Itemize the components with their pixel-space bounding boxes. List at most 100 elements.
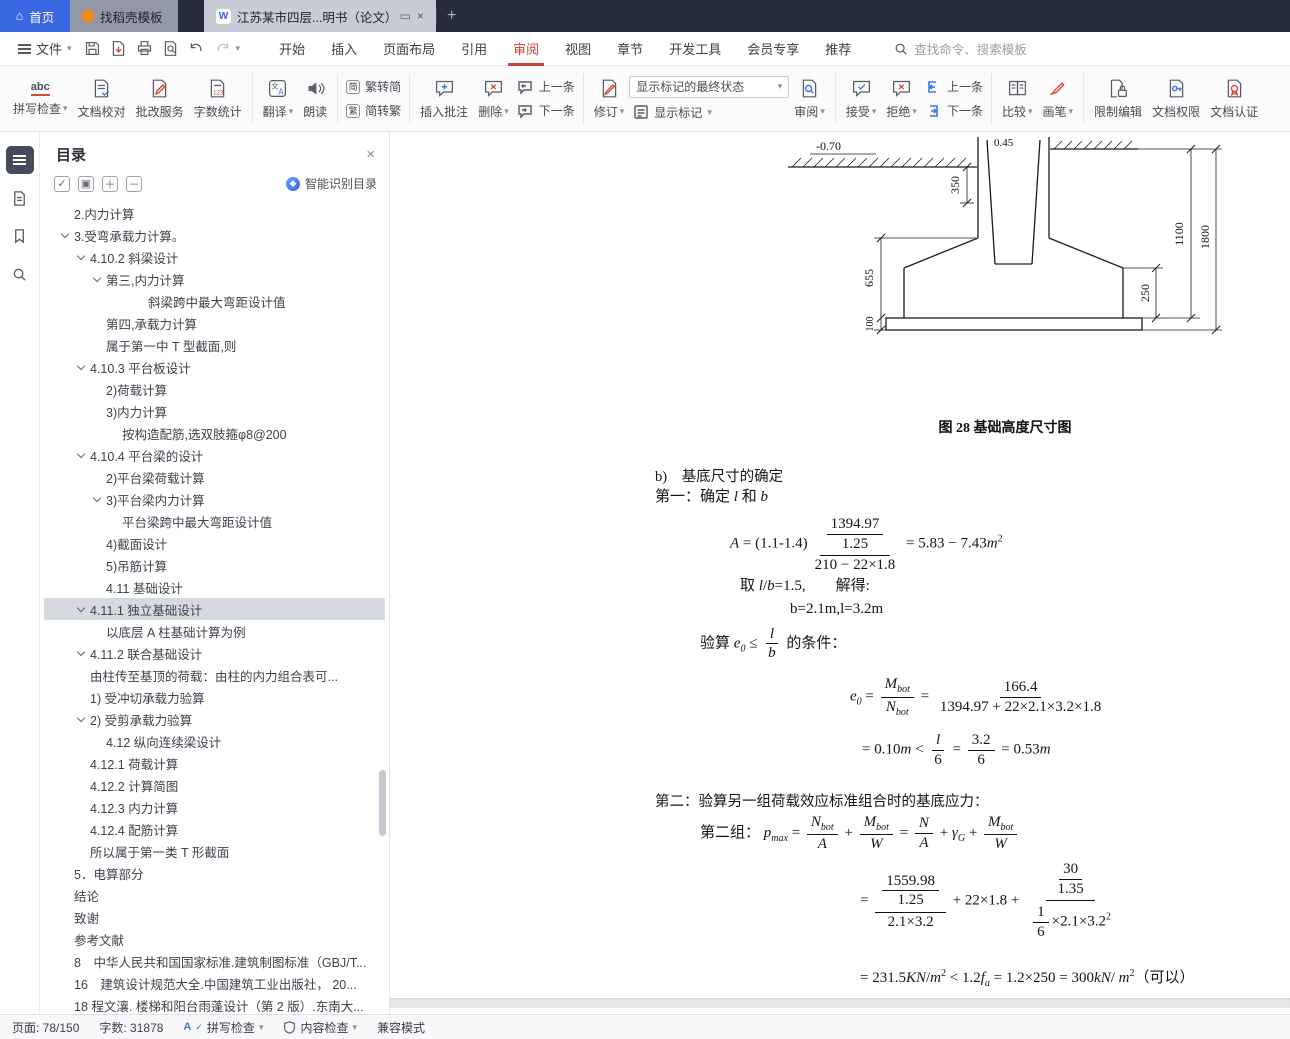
toc-item[interactable]: 4.12.1 荷载计算	[44, 752, 385, 774]
toc-item[interactable]: 2)平台梁荷载计算	[44, 466, 385, 488]
chevron-down-icon[interactable]	[76, 252, 86, 262]
new-tab-button[interactable]: +	[437, 0, 466, 32]
menu-tab[interactable]: 引用	[448, 32, 500, 66]
toc-item[interactable]: 按构造配筋,选双肢箍φ8@200	[44, 422, 385, 444]
toc-item[interactable]: 4.12.2 计算简图	[44, 774, 385, 796]
find-panel-toggle[interactable]	[6, 260, 34, 288]
chevron-down-icon[interactable]	[92, 494, 102, 504]
ink-button[interactable]: 画笔 ▾	[1038, 74, 1079, 123]
toc-item[interactable]: 由柱传至基顶的荷载：由柱的内力组合表可...	[44, 664, 385, 686]
menu-tab[interactable]: 审阅	[500, 32, 552, 66]
compare-button[interactable]: 比较 ▾	[997, 74, 1038, 123]
toc-item[interactable]: 4.11.2 联合基础设计	[44, 642, 385, 664]
chevron-down-icon[interactable]	[76, 648, 86, 658]
toc-item[interactable]: 4)截面设计	[44, 532, 385, 554]
print-button[interactable]	[132, 37, 158, 61]
toc-item[interactable]: 3.受弯承载力计算。	[44, 224, 385, 246]
compat-mode-indicator[interactable]: 兼容模式	[377, 1019, 425, 1036]
toc-item[interactable]: 致谢	[44, 906, 385, 928]
markup-state-select[interactable]: 显示标记的最终状态 ▾	[629, 75, 790, 98]
toc-item[interactable]: 4.12 纵向连续梁设计	[44, 730, 385, 752]
toc-item[interactable]: 3)平台梁内力计算	[44, 488, 385, 510]
toc-select-all-button[interactable]: ✓	[54, 175, 70, 192]
toc-item[interactable]: 2.内力计算	[44, 202, 385, 224]
track-changes-button[interactable]: 修订 ▾	[589, 74, 630, 123]
file-menu[interactable]: 文件 ▾	[10, 39, 80, 58]
toc-item[interactable]: 4.11.1 独立基础设计	[44, 598, 385, 620]
spell-check-button[interactable]: abc 拼写检查 ▾	[8, 78, 73, 120]
show-markup-button[interactable]: 显示标记 ▾	[629, 103, 789, 122]
toc-collapse-button[interactable]: －	[126, 175, 142, 192]
chevron-down-icon[interactable]	[76, 450, 86, 460]
close-toc-icon[interactable]: ×	[366, 146, 375, 163]
menu-tab[interactable]: 开始	[266, 32, 318, 66]
toc-item[interactable]: 2)荷载计算	[44, 378, 385, 400]
toc-item[interactable]: 斜梁跨中最大弯距设计值	[44, 290, 385, 312]
toc-scrollbar[interactable]	[379, 770, 386, 836]
menu-tab[interactable]: 页面布局	[370, 32, 448, 66]
toc-item[interactable]: 4.12.3 内力计算	[44, 796, 385, 818]
toc-expand-button[interactable]: ＋	[102, 175, 118, 192]
menu-tab[interactable]: 推荐	[812, 32, 864, 66]
page-indicator[interactable]: 页面: 78/150	[12, 1019, 79, 1036]
simp-to-trad-button[interactable]: 繁 简转繁	[343, 101, 404, 120]
smart-recognize-button[interactable]: ◆ 智能识别目录	[285, 175, 377, 192]
toc-item[interactable]: 以底层 A 柱基础计算为例	[44, 620, 385, 642]
toc-item[interactable]: 5．电算部分	[44, 862, 385, 884]
toc-item[interactable]: 4.12.4 配筋计算	[44, 818, 385, 840]
menu-tab[interactable]: 章节	[604, 32, 656, 66]
doc-auth-button[interactable]: 文档认证	[1205, 74, 1263, 123]
delete-comment-button[interactable]: 删除 ▾	[473, 74, 514, 123]
toc-item[interactable]: 第三,内力计算	[44, 268, 385, 290]
command-search[interactable]: 查找命令、搜索模板	[894, 39, 1027, 58]
toc-panel-toggle[interactable]	[5, 146, 34, 174]
toc-item[interactable]: 第四,承载力计算	[44, 312, 385, 334]
spell-check-status[interactable]: A ✓ 拼写检查 ▾	[183, 1019, 263, 1036]
toc-item[interactable]: 参考文献	[44, 928, 385, 950]
read-aloud-button[interactable]: 朗读	[298, 74, 332, 123]
toc-item[interactable]: 2) 受剪承载力验算	[44, 708, 385, 730]
content-check-status[interactable]: 内容检查 ▾	[283, 1019, 357, 1036]
correction-service-button[interactable]: 批改服务	[131, 74, 189, 123]
toc-item[interactable]: 18 程文瀼. 楼梯和阳台雨蓬设计（第 2 版）.东南大...	[44, 994, 385, 1014]
next-comment-button[interactable]: 下一条	[514, 101, 578, 120]
bookmark-panel-toggle[interactable]	[6, 222, 34, 250]
toc-item[interactable]: 4.10.4 平台梁的设计	[44, 444, 385, 466]
quick-access-caret[interactable]: ▾	[236, 43, 241, 54]
chevron-down-icon[interactable]	[92, 274, 102, 284]
export-pdf-button[interactable]	[106, 37, 132, 61]
prev-comment-button[interactable]: 上一条	[514, 77, 578, 96]
toc-item[interactable]: 16 建筑设计规范大全.中国建筑工业出版社， 20...	[44, 972, 385, 994]
restrict-edit-button[interactable]: 限制编辑	[1089, 74, 1147, 123]
document-tab[interactable]: W 江苏某市四层...明书（论文） ▭ ×	[204, 0, 436, 32]
word-count-indicator[interactable]: 字数: 31878	[99, 1019, 163, 1036]
review-button[interactable]: 审阅 ▾	[789, 74, 830, 123]
toc-item[interactable]: 4.11 基础设计	[44, 576, 385, 598]
reject-button[interactable]: 拒绝 ▾	[881, 74, 922, 123]
insert-comment-button[interactable]: 插入批注	[415, 74, 473, 123]
chevron-down-icon[interactable]	[76, 604, 86, 614]
redo-button[interactable]	[210, 37, 236, 61]
toc-level-button[interactable]: ▣	[78, 175, 94, 192]
toc-item[interactable]: 结论	[44, 884, 385, 906]
menu-tab[interactable]: 会员专享	[734, 32, 812, 66]
doc-proof-button[interactable]: 文档校对	[73, 74, 131, 123]
trad-to-simp-button[interactable]: 简 繁转简	[343, 77, 404, 96]
toc-item[interactable]: 1) 受冲切承载力验算	[44, 686, 385, 708]
toc-item[interactable]: 平台梁跨中最大弯距设计值	[44, 510, 385, 532]
chevron-down-icon[interactable]	[76, 362, 86, 372]
document-area[interactable]: -0.70 0.45 350 655 100 1100 1800 250 图 2…	[390, 132, 1290, 1014]
toc-item[interactable]: 8 中华人民共和国国家标准.建筑制图标准（GBJ/T...	[44, 950, 385, 972]
toc-item[interactable]: 3)内力计算	[44, 400, 385, 422]
chevron-down-icon[interactable]	[60, 230, 70, 240]
toc-item[interactable]: 属于第一中 T 型截面,则	[44, 334, 385, 356]
prev-change-button[interactable]: 上一条	[922, 77, 986, 96]
close-tab-icon[interactable]: ×	[417, 10, 424, 22]
menu-tab[interactable]: 视图	[552, 32, 604, 66]
translate-button[interactable]: 文A 翻译 ▾	[258, 74, 299, 123]
menu-tab[interactable]: 开发工具	[656, 32, 734, 66]
toc-item[interactable]: 所以属于第一类 T 形截面	[44, 840, 385, 862]
menu-tab[interactable]: 插入	[318, 32, 370, 66]
chapter-panel-toggle[interactable]	[6, 184, 34, 212]
undo-button[interactable]	[184, 37, 210, 61]
